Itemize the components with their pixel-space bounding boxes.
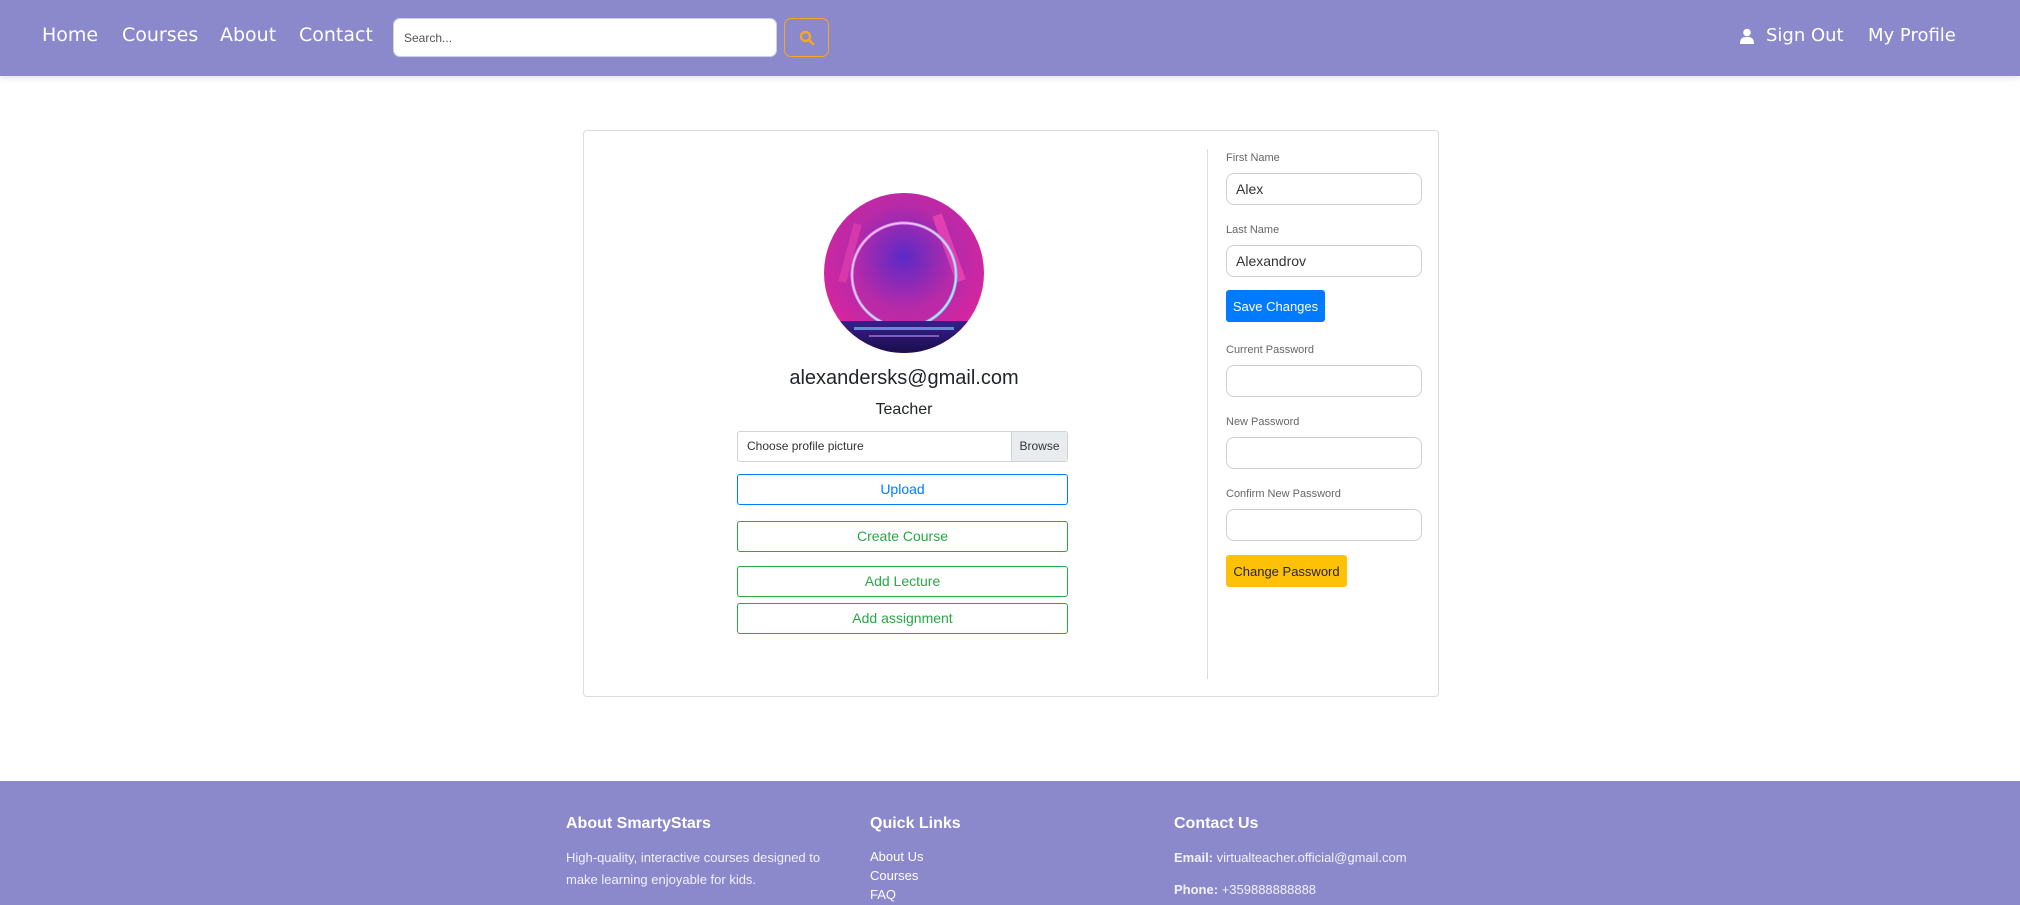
my-profile-link[interactable]: My Profile bbox=[1868, 25, 1956, 46]
profile-picture-file-input[interactable]: Choose profile picture Browse bbox=[737, 431, 1068, 462]
footer-link-faq[interactable]: FAQ bbox=[870, 885, 1130, 904]
nav-link-courses[interactable]: Courses bbox=[122, 24, 198, 46]
file-input-label: Choose profile picture bbox=[747, 439, 864, 453]
first-name-field[interactable] bbox=[1226, 173, 1422, 205]
create-course-button[interactable]: Create Course bbox=[737, 521, 1068, 552]
add-lecture-button[interactable]: Add Lecture bbox=[737, 566, 1068, 597]
search-button[interactable] bbox=[784, 18, 829, 57]
nav-link-about[interactable]: About bbox=[220, 24, 276, 46]
footer-quick-links: Quick Links About Us Courses FAQ bbox=[870, 815, 1130, 904]
sign-out-label: Sign Out bbox=[1766, 25, 1844, 46]
current-password-label: Current Password bbox=[1226, 344, 1315, 356]
first-name-label: First Name bbox=[1226, 152, 1280, 164]
add-assignment-button[interactable]: Add assignment bbox=[737, 603, 1068, 634]
footer-email: Email: virtualteacher.official@gmail.com bbox=[1174, 847, 1494, 869]
footer: About SmartyStars High-quality, interact… bbox=[0, 781, 2020, 905]
footer-link-courses[interactable]: Courses bbox=[870, 866, 1130, 885]
browse-button[interactable]: Browse bbox=[1011, 432, 1067, 461]
footer-email-value: virtualteacher.official@gmail.com bbox=[1216, 850, 1407, 865]
last-name-field[interactable] bbox=[1226, 245, 1422, 277]
user-icon bbox=[1740, 28, 1754, 44]
footer-phone: Phone: +359888888888 bbox=[1174, 879, 1494, 901]
footer-contact: Contact Us Email: virtualteacher.officia… bbox=[1174, 815, 1494, 901]
footer-email-label: Email: bbox=[1174, 850, 1214, 865]
save-changes-button[interactable]: Save Changes bbox=[1226, 290, 1325, 322]
footer-contact-title: Contact Us bbox=[1174, 815, 1259, 832]
nav-link-contact[interactable]: Contact bbox=[299, 24, 373, 46]
footer-links-title: Quick Links bbox=[870, 815, 961, 832]
footer-about-text: High-quality, interactive courses design… bbox=[566, 850, 821, 887]
nav-link-home[interactable]: Home bbox=[42, 24, 98, 46]
card-divider bbox=[1207, 149, 1208, 679]
profile-avatar bbox=[824, 193, 984, 353]
profile-card: alexandersks@gmail.com Teacher Choose pr… bbox=[583, 130, 1439, 697]
confirm-password-label: Confirm New Password bbox=[1226, 488, 1341, 500]
confirm-password-field[interactable] bbox=[1226, 509, 1422, 541]
footer-about: About SmartyStars High-quality, interact… bbox=[566, 815, 846, 891]
profile-email: alexandersks@gmail.com bbox=[789, 367, 1019, 389]
search-input[interactable] bbox=[393, 18, 777, 57]
upload-button[interactable]: Upload bbox=[737, 474, 1068, 505]
change-password-button[interactable]: Change Password bbox=[1226, 555, 1347, 587]
top-navbar: Home Courses About Contact Sign Out My P… bbox=[0, 0, 2020, 76]
current-password-field[interactable] bbox=[1226, 365, 1422, 397]
sign-out-link[interactable]: Sign Out bbox=[1740, 25, 1844, 46]
new-password-field[interactable] bbox=[1226, 437, 1422, 469]
footer-link-about-us[interactable]: About Us bbox=[870, 847, 1130, 866]
new-password-label: New Password bbox=[1226, 416, 1300, 428]
footer-phone-value: +359888888888 bbox=[1221, 882, 1317, 897]
footer-about-title: About SmartyStars bbox=[566, 815, 711, 832]
search-icon bbox=[799, 30, 814, 45]
footer-phone-label: Phone: bbox=[1174, 882, 1219, 897]
profile-role: Teacher bbox=[875, 401, 933, 418]
last-name-label: Last Name bbox=[1226, 224, 1280, 236]
